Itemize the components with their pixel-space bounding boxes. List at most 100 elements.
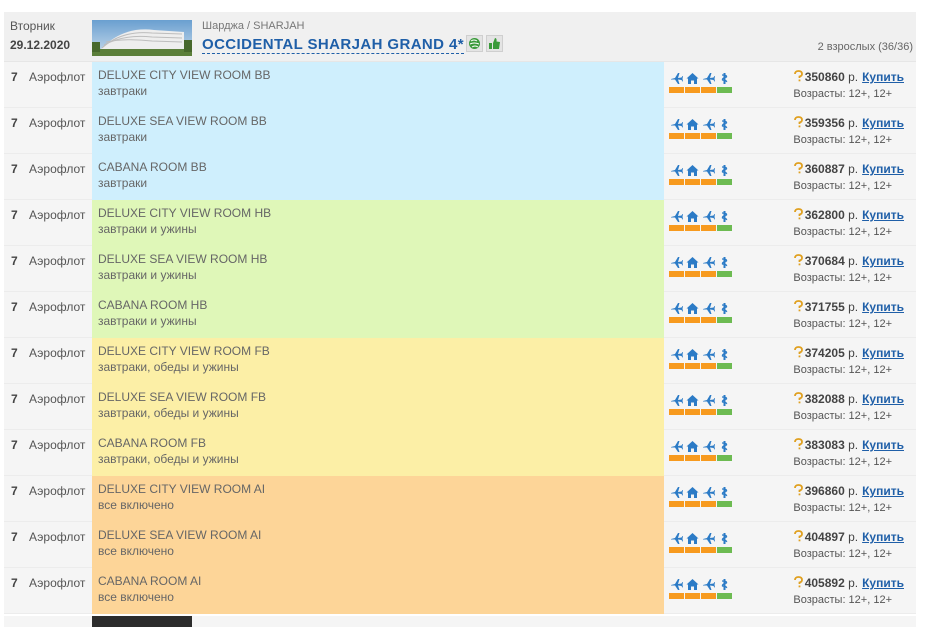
offer-row: 7 Аэрофлот CABANA ROOM AI все включено 4… bbox=[4, 568, 916, 614]
flight-back-status-bar bbox=[701, 87, 716, 93]
hotel-photo[interactable] bbox=[92, 20, 192, 56]
meal-plan: завтраки, обеды и ужины bbox=[98, 452, 239, 466]
medical-icon bbox=[717, 485, 732, 499]
room-cell: CABANA ROOM BB завтраки bbox=[92, 154, 664, 200]
insurance-status-bar bbox=[717, 225, 732, 231]
buy-link[interactable]: Купить bbox=[862, 346, 904, 360]
ages-info: Возрасты: 12+, 12+ bbox=[793, 594, 892, 606]
offer-row: 7 Аэрофлот DELUXE CITY VIEW ROOM HB завт… bbox=[4, 200, 916, 246]
insurance-status-bar bbox=[717, 317, 732, 323]
plane-out-icon bbox=[669, 485, 684, 499]
meal-plan: завтраки bbox=[98, 176, 148, 190]
medical-icon bbox=[717, 117, 732, 131]
flight-out-status-bar bbox=[669, 547, 684, 553]
question-icon[interactable] bbox=[793, 484, 804, 496]
buy-link[interactable]: Купить bbox=[862, 162, 904, 176]
plane-out-icon bbox=[669, 577, 684, 591]
meal-plan: завтраки и ужины bbox=[98, 268, 197, 282]
insurance-status-bar bbox=[717, 271, 732, 277]
insurance-status-bar bbox=[717, 409, 732, 415]
question-icon[interactable] bbox=[793, 300, 804, 312]
availability-status bbox=[669, 577, 733, 599]
question-icon[interactable] bbox=[793, 116, 804, 128]
house-icon bbox=[685, 531, 700, 545]
meal-plan: завтраки bbox=[98, 84, 148, 98]
price-cell: 405892 р. Купить bbox=[793, 576, 904, 590]
ages-info: Возрасты: 12+, 12+ bbox=[793, 226, 892, 238]
day-of-week: Вторник bbox=[10, 19, 55, 33]
question-icon[interactable] bbox=[793, 254, 804, 266]
price-cell: 371755 р. Купить bbox=[793, 300, 904, 314]
price-cell: 360887 р. Купить bbox=[793, 162, 904, 176]
question-icon[interactable] bbox=[793, 208, 804, 220]
question-icon[interactable] bbox=[793, 70, 804, 82]
currency: р. bbox=[848, 116, 859, 130]
currency: р. bbox=[848, 576, 859, 590]
room-type: DELUXE CITY VIEW ROOM HB bbox=[98, 206, 272, 220]
offer-row: 7 Аэрофлот DELUXE SEA VIEW ROOM BB завтр… bbox=[4, 108, 916, 154]
plane-back-icon bbox=[701, 117, 716, 131]
buy-link[interactable]: Купить bbox=[862, 254, 904, 268]
question-icon[interactable] bbox=[793, 162, 804, 174]
question-icon[interactable] bbox=[793, 576, 804, 588]
buy-link[interactable]: Купить bbox=[862, 208, 904, 222]
buy-link[interactable]: Купить bbox=[862, 484, 904, 498]
flight-back-status-bar bbox=[701, 271, 716, 277]
globe-icon[interactable] bbox=[466, 35, 483, 52]
availability-status bbox=[669, 255, 733, 277]
airline-name: Аэрофлот bbox=[29, 300, 86, 314]
room-cell: DELUXE SEA VIEW ROOM FB завтраки, обеды … bbox=[92, 384, 664, 430]
buy-link[interactable]: Купить bbox=[862, 116, 904, 130]
flight-out-status-bar bbox=[669, 87, 684, 93]
flight-out-status-bar bbox=[669, 363, 684, 369]
medical-icon bbox=[717, 347, 732, 361]
buy-link[interactable]: Купить bbox=[862, 438, 904, 452]
nights-count: 7 bbox=[11, 346, 18, 360]
hotel-status-bar bbox=[685, 593, 700, 599]
house-icon bbox=[685, 117, 700, 131]
medical-icon bbox=[717, 393, 732, 407]
plane-out-icon bbox=[669, 439, 684, 453]
tour-results-block: Вторник 29.12.2020 Шарджа / SHARJAH OCCI… bbox=[4, 12, 916, 614]
price-cell: 350860 р. Купить bbox=[793, 70, 904, 84]
plane-out-icon bbox=[669, 71, 684, 85]
thumbs-up-icon[interactable] bbox=[486, 35, 503, 52]
room-type: DELUXE SEA VIEW ROOM BB bbox=[98, 114, 267, 128]
price-value: 350860 bbox=[804, 70, 845, 84]
room-cell: CABANA ROOM FB завтраки, обеды и ужины bbox=[92, 430, 664, 476]
availability-status bbox=[669, 209, 733, 231]
currency: р. bbox=[848, 162, 859, 176]
buy-link[interactable]: Купить bbox=[862, 576, 904, 590]
question-icon[interactable] bbox=[793, 438, 804, 450]
medical-icon bbox=[717, 71, 732, 85]
buy-link[interactable]: Купить bbox=[862, 300, 904, 314]
flight-back-status-bar bbox=[701, 179, 716, 185]
question-icon[interactable] bbox=[793, 530, 804, 542]
room-cell: DELUXE CITY VIEW ROOM AI все включено bbox=[92, 476, 664, 522]
price-value: 370684 bbox=[804, 254, 845, 268]
buy-link[interactable]: Купить bbox=[862, 70, 904, 84]
nights-count: 7 bbox=[11, 530, 18, 544]
plane-back-icon bbox=[701, 255, 716, 269]
question-icon[interactable] bbox=[793, 346, 804, 358]
plane-back-icon bbox=[701, 393, 716, 407]
ages-info: Возрасты: 12+, 12+ bbox=[793, 364, 892, 376]
buy-link[interactable]: Купить bbox=[862, 530, 904, 544]
flight-back-status-bar bbox=[701, 593, 716, 599]
flight-out-status-bar bbox=[669, 225, 684, 231]
house-icon bbox=[685, 439, 700, 453]
buy-link[interactable]: Купить bbox=[862, 392, 904, 406]
insurance-status-bar bbox=[717, 547, 732, 553]
currency: р. bbox=[848, 300, 859, 314]
ages-info: Возрасты: 12+, 12+ bbox=[793, 502, 892, 514]
currency: р. bbox=[848, 254, 859, 268]
airline-name: Аэрофлот bbox=[29, 116, 86, 130]
currency: р. bbox=[848, 392, 859, 406]
house-icon bbox=[685, 485, 700, 499]
flight-out-status-bar bbox=[669, 455, 684, 461]
price-value: 360887 bbox=[804, 162, 845, 176]
insurance-status-bar bbox=[717, 133, 732, 139]
room-cell: DELUXE CITY VIEW ROOM FB завтраки, обеды… bbox=[92, 338, 664, 384]
question-icon[interactable] bbox=[793, 392, 804, 404]
hotel-name-link[interactable]: OCCIDENTAL SHARJAH GRAND 4* bbox=[202, 36, 464, 54]
